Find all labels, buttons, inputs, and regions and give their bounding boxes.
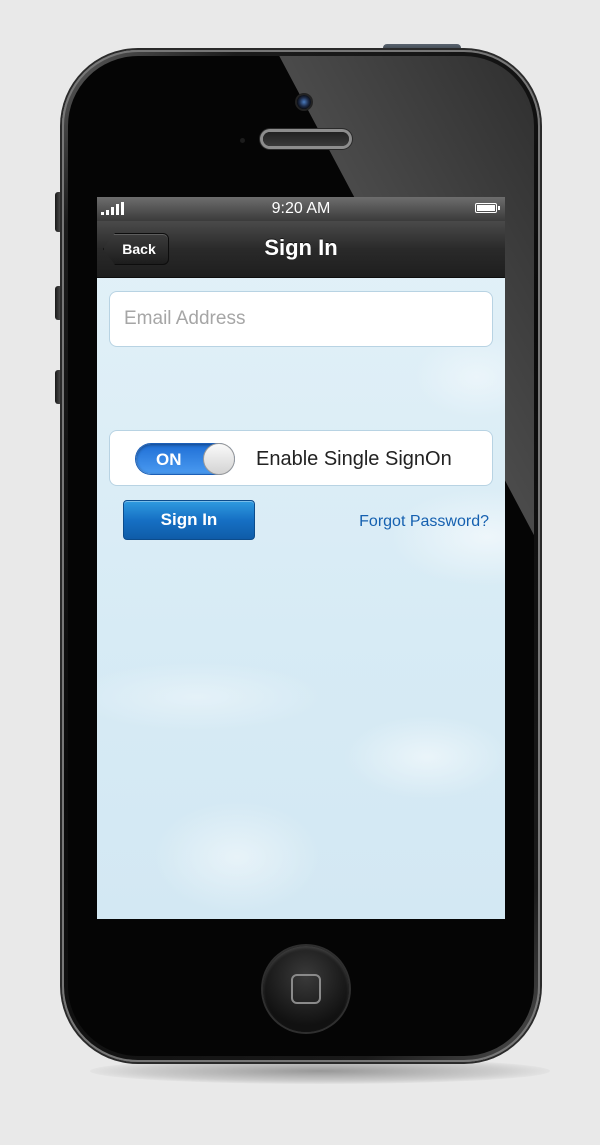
single-signon-row: ON Enable Single SignOn: [109, 430, 493, 486]
home-button[interactable]: [263, 946, 349, 1032]
battery-full-icon: [475, 203, 500, 213]
single-signon-label: Enable Single SignOn: [256, 448, 452, 470]
front-camera-icon: [297, 95, 311, 109]
status-bar: 9:20 AM: [97, 197, 505, 221]
app-screen: 9:20 AM Back Sign In ON Enable Single Si…: [97, 197, 505, 919]
toggle-state-label: ON: [156, 450, 182, 469]
forgot-password-link[interactable]: Forgot Password?: [359, 513, 489, 531]
navigation-bar: Back Sign In: [97, 221, 505, 278]
email-input[interactable]: [110, 292, 492, 346]
sign-in-button[interactable]: Sign In: [123, 500, 255, 540]
earpiece-speaker: [263, 132, 349, 146]
home-square-icon: [291, 974, 321, 1004]
status-time: 9:20 AM: [271, 200, 331, 217]
toggle-knob[interactable]: [203, 443, 235, 475]
proximity-sensor: [240, 138, 245, 143]
email-field[interactable]: [109, 291, 493, 347]
single-signon-toggle[interactable]: ON: [136, 443, 235, 475]
page-title: Sign In: [264, 235, 338, 260]
